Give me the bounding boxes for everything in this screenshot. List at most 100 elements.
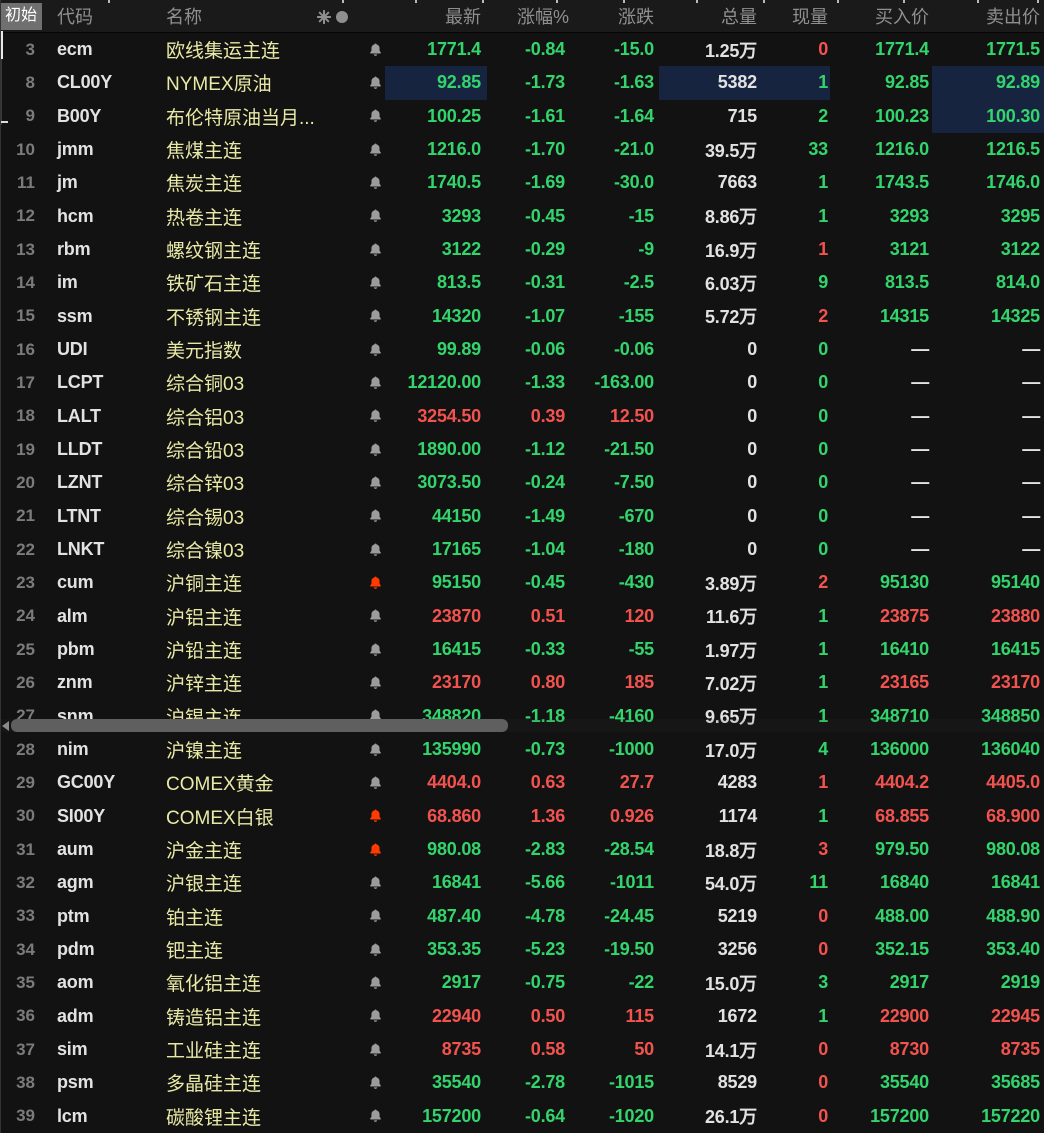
- bell-icon[interactable]: [368, 208, 383, 224]
- table-row[interactable]: 19 LLDT 综合铅03 1890.00 -1.12 -21.50 0 0 —…: [1, 433, 1044, 466]
- bell-icon[interactable]: [368, 1075, 383, 1091]
- header-cell-init[interactable]: 初始: [1, 2, 49, 30]
- table-row[interactable]: 17 LCPT 综合铜03 12120.00 -1.33 -163.00 0 0…: [1, 366, 1044, 399]
- symbol-code: ecm: [49, 33, 161, 66]
- bell-icon[interactable]: [368, 742, 383, 758]
- total-volume: 18.8万: [659, 833, 771, 866]
- table-row[interactable]: 3 ecm 欧线集运主连 1771.4 -0.84 -15.0 1.25万 0 …: [1, 33, 1044, 66]
- sun-icon[interactable]: [317, 10, 331, 24]
- header-cell-bid[interactable]: 买入价: [830, 3, 932, 29]
- table-row[interactable]: 9 B00Y 布伦特原油当月... 100.25 -1.61 -1.64 715…: [1, 100, 1044, 133]
- bell-icon[interactable]: [368, 942, 383, 958]
- table-row[interactable]: 24 alm 沪铝主连 23870 0.51 120 11.6万 1 23875…: [1, 600, 1044, 633]
- bell-icon[interactable]: [368, 1008, 383, 1024]
- bell-icon[interactable]: [368, 908, 383, 924]
- bell-icon[interactable]: [368, 575, 383, 591]
- ask-price: 3295: [932, 200, 1044, 233]
- table-row[interactable]: 10 jmm 焦煤主连 1216.0 -1.70 -21.0 39.5万 33 …: [1, 133, 1044, 166]
- header-cell-code[interactable]: 代码: [49, 3, 161, 29]
- bell-icon[interactable]: [368, 275, 383, 291]
- bell-icon[interactable]: [368, 542, 383, 558]
- bell-icon[interactable]: [368, 1108, 383, 1124]
- bell-icon[interactable]: [368, 775, 383, 791]
- table-row[interactable]: 20 LZNT 综合锌03 3073.50 -0.24 -7.50 0 0 — …: [1, 466, 1044, 499]
- init-mode-badge[interactable]: 初始: [1, 3, 42, 30]
- table-row[interactable]: 13 rbm 螺纹钢主连 3122 -0.29 -9 16.9万 1 3121 …: [1, 233, 1044, 266]
- table-row[interactable]: 33 ptm 铂主连 487.40 -4.78 -24.45 5219 0 48…: [1, 900, 1044, 933]
- dot-icon[interactable]: [336, 11, 348, 23]
- symbol-code: sim: [49, 1033, 161, 1066]
- header-cell-chg[interactable]: 涨跌: [577, 3, 659, 29]
- bell-icon[interactable]: [368, 75, 383, 91]
- current-volume: 1: [771, 66, 830, 99]
- header-cell-vol[interactable]: 总量: [659, 3, 771, 29]
- bell-icon[interactable]: [368, 1042, 383, 1058]
- table-row[interactable]: 37 sim 工业硅主连 8735 0.58 50 14.1万 0 8730 8…: [1, 1033, 1044, 1066]
- table-row[interactable]: 16 UDI 美元指数 99.89 -0.06 -0.06 0 0 — —: [1, 333, 1044, 366]
- table-row[interactable]: 32 agm 沪银主连 16841 -5.66 -1011 54.0万 11 1…: [1, 866, 1044, 899]
- bell-icon[interactable]: [368, 808, 383, 824]
- header-cell-ask[interactable]: 卖出价: [932, 3, 1044, 29]
- row-number: 29: [1, 766, 49, 799]
- table-row[interactable]: 11 jm 焦炭主连 1740.5 -1.69 -30.0 7663 1 174…: [1, 166, 1044, 199]
- header-cell-cur[interactable]: 现量: [771, 3, 830, 29]
- table-row[interactable]: 28 nim 沪镍主连 135990 -0.73 -1000 17.0万 4 1…: [1, 733, 1044, 766]
- change-value: -155: [577, 300, 659, 333]
- bell-icon[interactable]: [368, 475, 383, 491]
- change-pct: -4.78: [487, 900, 577, 933]
- symbol-name: 综合铅03: [161, 433, 353, 466]
- scrollbar-left-arrow-icon[interactable]: [2, 721, 9, 731]
- table-row[interactable]: 14 im 铁矿石主连 813.5 -0.31 -2.5 6.03万 9 813…: [1, 266, 1044, 299]
- bell-icon[interactable]: [368, 642, 383, 658]
- bell-icon[interactable]: [368, 42, 383, 58]
- table-row[interactable]: 15 ssm 不锈钢主连 14320 -1.07 -155 5.72万 2 14…: [1, 300, 1044, 333]
- table-row[interactable]: 25 pbm 沪铅主连 16415 -0.33 -55 1.97万 1 1641…: [1, 633, 1044, 666]
- symbol-code: LTNT: [49, 500, 161, 533]
- bell-icon[interactable]: [368, 508, 383, 524]
- table-row[interactable]: 21 LTNT 综合锡03 44150 -1.49 -670 0 0 — —: [1, 500, 1044, 533]
- table-row[interactable]: 34 pdm 钯主连 353.35 -5.23 -19.50 3256 0 35…: [1, 933, 1044, 966]
- bell-icon[interactable]: [368, 242, 383, 258]
- bell-icon[interactable]: [368, 308, 383, 324]
- table-row[interactable]: 8 CL00Y NYMEX原油 92.85 -1.73 -1.63 5382 1…: [1, 66, 1044, 99]
- table-row[interactable]: 29 GC00Y COMEX黄金 4404.0 0.63 27.7 4283 1…: [1, 766, 1044, 799]
- bell-icon[interactable]: [368, 608, 383, 624]
- bell-icon[interactable]: [368, 875, 383, 891]
- total-volume: 0: [659, 466, 771, 499]
- last-price: 12120.00: [385, 366, 487, 399]
- bid-price: 16840: [830, 866, 932, 899]
- table-row[interactable]: 12 hcm 热卷主连 3293 -0.45 -15 8.86万 1 3293 …: [1, 200, 1044, 233]
- table-row[interactable]: 30 SI00Y COMEX白银 68.860 1.36 0.926 1174 …: [1, 800, 1044, 833]
- horizontal-scrollbar[interactable]: [1, 719, 1044, 732]
- current-volume: 2: [771, 300, 830, 333]
- bell-icon[interactable]: [368, 408, 383, 424]
- total-volume: 4283: [659, 766, 771, 799]
- table-row[interactable]: 26 znm 沪锌主连 23170 0.80 185 7.02万 1 23165…: [1, 666, 1044, 699]
- ask-price: —: [932, 433, 1044, 466]
- bell-icon[interactable]: [368, 675, 383, 691]
- bell-icon[interactable]: [368, 175, 383, 191]
- bell-icon[interactable]: [368, 442, 383, 458]
- bell-icon[interactable]: [368, 142, 383, 158]
- last-price: 2917: [385, 966, 487, 999]
- table-row[interactable]: 38 psm 多晶硅主连 35540 -2.78 -1015 8529 0 35…: [1, 1066, 1044, 1099]
- table-row[interactable]: 35 aom 氧化铝主连 2917 -0.75 -22 15.0万 3 2917…: [1, 966, 1044, 999]
- symbol-code: jmm: [49, 133, 161, 166]
- bell-icon[interactable]: [368, 108, 383, 124]
- header-cell-pct[interactable]: 涨幅%: [487, 3, 577, 29]
- table-row[interactable]: 39 lcm 碳酸锂主连 157200 -0.64 -1020 26.1万 0 …: [1, 1100, 1044, 1133]
- bell-icon[interactable]: [368, 975, 383, 991]
- table-row[interactable]: 36 adm 铸造铝主连 22940 0.50 115 1672 1 22900…: [1, 1000, 1044, 1033]
- row-number: 31: [1, 833, 49, 866]
- bell-icon[interactable]: [368, 342, 383, 358]
- bell-icon[interactable]: [368, 842, 383, 858]
- header-cell-last[interactable]: 最新: [385, 3, 487, 29]
- symbol-code: LLDT: [49, 433, 161, 466]
- table-row[interactable]: 22 LNKT 综合镍03 17165 -1.04 -180 0 0 — —: [1, 533, 1044, 566]
- bell-icon[interactable]: [368, 375, 383, 391]
- table-row[interactable]: 23 cum 沪铜主连 95150 -0.45 -430 3.89万 2 951…: [1, 566, 1044, 599]
- table-row[interactable]: 18 LALT 综合铝03 3254.50 0.39 12.50 0 0 — —: [1, 400, 1044, 433]
- scrollbar-thumb[interactable]: [11, 719, 508, 732]
- table-row[interactable]: 31 aum 沪金主连 980.08 -2.83 -28.54 18.8万 3 …: [1, 833, 1044, 866]
- change-value: 12.50: [577, 400, 659, 433]
